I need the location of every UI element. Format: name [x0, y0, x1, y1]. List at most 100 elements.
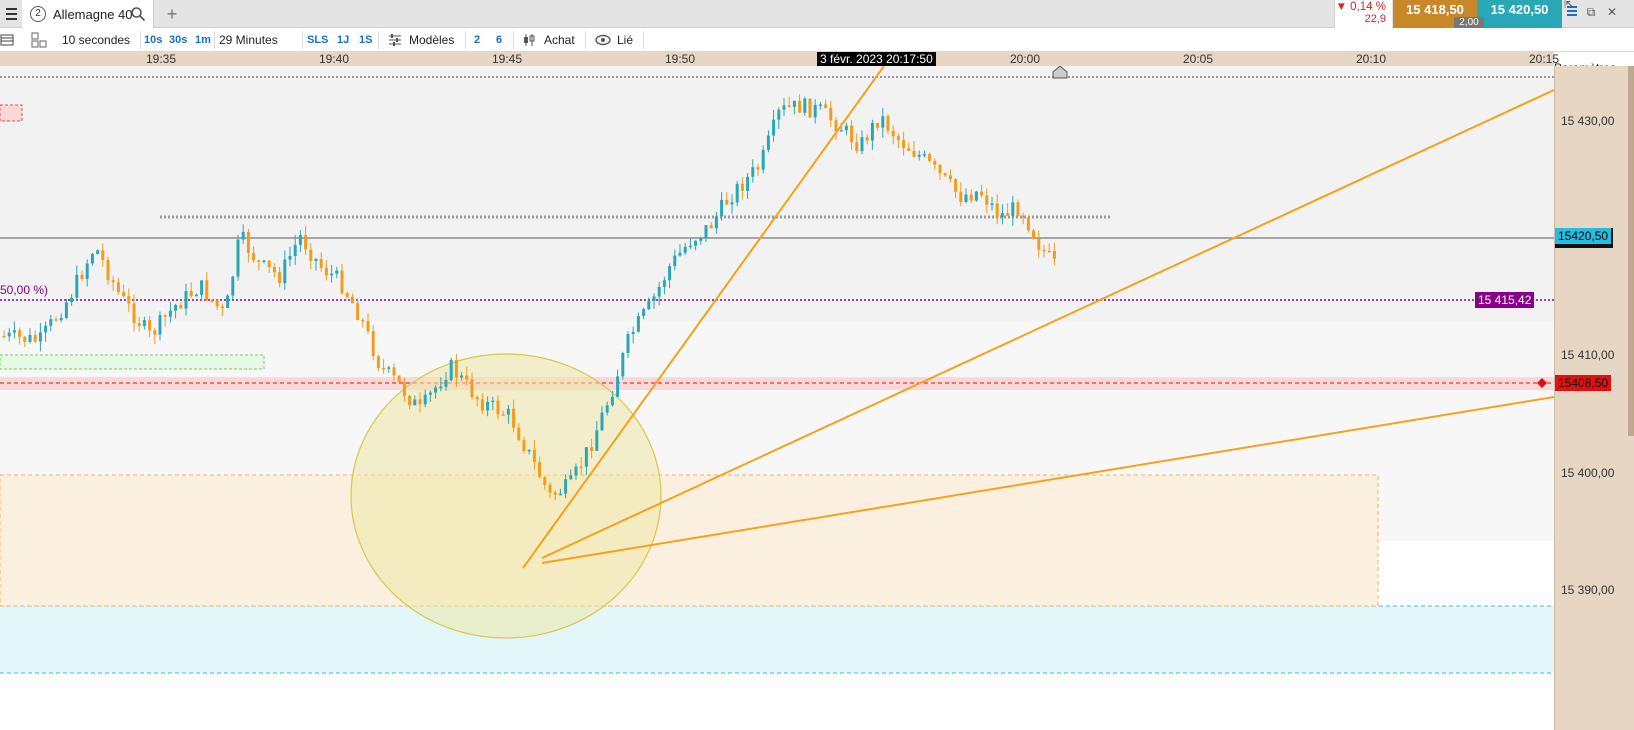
candle-body: [59, 317, 63, 321]
quick-sls[interactable]: SLS: [307, 28, 328, 52]
candle-body: [200, 280, 204, 295]
candle-body: [714, 216, 718, 229]
price-label: 15 400,00: [1561, 466, 1615, 480]
candle-body: [522, 440, 526, 451]
tab-allemagne-40[interactable]: 2 Allemagne 40: [22, 0, 154, 28]
orange-zone[interactable]: [0, 474, 1379, 607]
list-icon[interactable]: [0, 33, 14, 47]
candle-body: [766, 135, 770, 150]
candle-body: [210, 300, 214, 302]
candle-body: [345, 293, 349, 297]
linked-button[interactable]: Lié: [617, 28, 633, 52]
time-label: 20:05: [1182, 52, 1214, 66]
time-label: 20:10: [1355, 52, 1387, 66]
layout-icon[interactable]: [31, 32, 47, 48]
candle-body: [444, 380, 448, 387]
candle-body: [590, 447, 594, 451]
candle-body: [579, 466, 583, 469]
candle-body: [205, 280, 209, 301]
buy-price-button[interactable]: 15 420,50: [1477, 0, 1562, 28]
candle-body: [449, 359, 453, 381]
buy-button[interactable]: Achat: [544, 28, 575, 52]
candle-body: [740, 183, 744, 191]
candle-body: [829, 107, 833, 121]
candle-body: [668, 266, 672, 281]
candle-body: [434, 387, 438, 393]
crosshair-time-label: 3 févr. 2023 20:17:50: [817, 52, 936, 66]
candle-body: [101, 250, 105, 261]
menu-icon[interactable]: [0, 0, 22, 28]
quick-2[interactable]: 2: [474, 28, 480, 52]
candle-body: [969, 194, 973, 201]
quick-30s[interactable]: 30s: [169, 28, 187, 52]
candle-body: [512, 408, 516, 428]
candle-body: [127, 296, 131, 304]
candle-body: [319, 258, 323, 268]
candle-body: [465, 375, 469, 380]
candle-body: [413, 399, 417, 406]
quick-1m[interactable]: 1m: [195, 28, 211, 52]
time-label: 19:50: [664, 52, 696, 66]
candle-body: [298, 235, 302, 245]
candle-body: [688, 245, 692, 248]
candle-body: [226, 295, 230, 309]
quick-1j[interactable]: 1J: [337, 28, 349, 52]
candle-body: [387, 367, 391, 369]
popout-icon[interactable]: ⧉: [1582, 5, 1600, 23]
candle-body: [964, 194, 968, 202]
eye-icon: [595, 34, 611, 46]
candle-body: [486, 401, 490, 411]
candle-body: [980, 191, 984, 196]
interval-select[interactable]: 10 secondes: [62, 28, 130, 52]
candle-body: [480, 399, 484, 411]
candle-body: [44, 325, 48, 333]
candle-body: [168, 310, 172, 317]
highlight-circle[interactable]: [350, 353, 662, 639]
candle-body: [631, 331, 635, 335]
models-button[interactable]: Modèles: [409, 28, 454, 52]
candle-body: [595, 430, 599, 451]
candle-body: [106, 260, 110, 281]
candle-body: [293, 244, 297, 256]
green-zone[interactable]: [0, 354, 265, 370]
add-tab-button[interactable]: +: [162, 3, 182, 25]
candle-body: [392, 367, 396, 376]
tab-bar: 2 Allemagne 40 + ▼ 0,14 % 22,9 15 418,50…: [0, 0, 1634, 29]
candle-body: [231, 276, 235, 296]
candle-body: [865, 137, 869, 141]
search-icon[interactable]: [130, 6, 146, 22]
candle-body: [990, 203, 994, 205]
candle-body: [330, 273, 334, 276]
candle-body: [460, 375, 464, 378]
price-axis[interactable]: 15 430,00 15 410,00 15 400,00 15 390,00 …: [1475, 66, 1634, 730]
candle-body: [694, 240, 698, 246]
red-zone[interactable]: [0, 104, 23, 122]
close-icon[interactable]: ✕: [1603, 5, 1621, 23]
time-label: 20:00: [1009, 52, 1041, 66]
time-label: 19:35: [145, 52, 177, 66]
candle-body: [236, 239, 240, 277]
candle-body: [116, 282, 120, 292]
quick-6[interactable]: 6: [496, 28, 502, 52]
chart-canvas[interactable]: 50,00 %): [0, 66, 1554, 730]
candle-body: [324, 267, 328, 276]
candle-body: [673, 255, 677, 267]
candle-body: [85, 263, 89, 279]
candle-body: [272, 267, 276, 273]
candle-body: [746, 176, 750, 191]
quick-1s[interactable]: 1S: [359, 28, 372, 52]
price-chart[interactable]: 50,00 %): [0, 66, 1554, 730]
candle-body: [917, 154, 921, 157]
candle-body: [761, 149, 765, 170]
candle-body: [824, 104, 828, 108]
scrollbar[interactable]: [1628, 66, 1634, 436]
candle-body: [553, 492, 557, 495]
expand-icon[interactable]: ⇱: [1560, 0, 1578, 15]
candle-body: [309, 249, 313, 262]
candle-body: [844, 125, 848, 131]
candle-body: [792, 100, 796, 107]
candle-body: [132, 303, 136, 324]
quick-10s[interactable]: 10s: [144, 28, 162, 52]
time-axis[interactable]: 19:35 19:40 19:45 19:50 20:00 20:05 20:1…: [0, 52, 1559, 66]
duration-select[interactable]: 29 Minutes: [219, 28, 278, 52]
